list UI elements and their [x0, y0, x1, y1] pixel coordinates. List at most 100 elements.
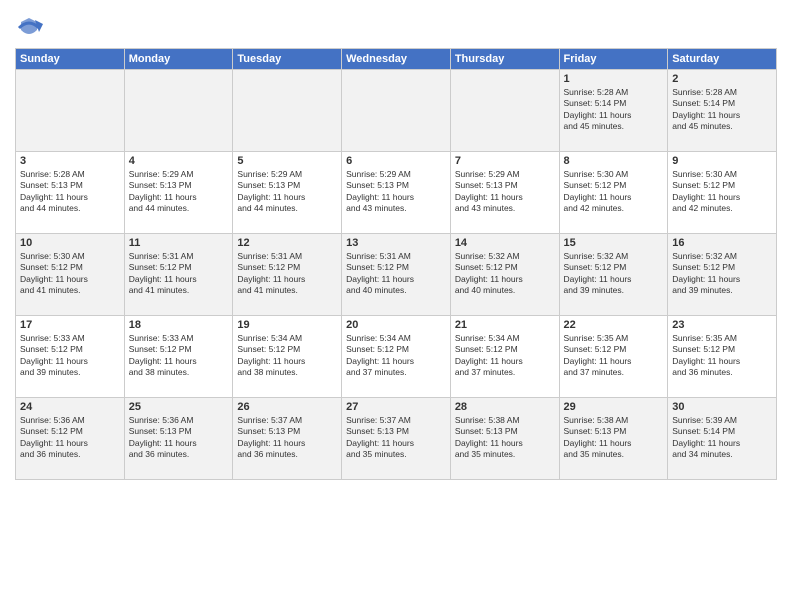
calendar-cell [233, 70, 342, 152]
weekday-header-row: SundayMondayTuesdayWednesdayThursdayFrid… [16, 49, 777, 70]
calendar-cell: 29 Sunrise: 5:38 AM Sunset: 5:13 PM Dayli… [559, 398, 668, 480]
calendar-cell: 10 Sunrise: 5:30 AM Sunset: 5:12 PM Dayli… [16, 234, 125, 316]
day-info: Sunrise: 5:29 AM Sunset: 5:13 PM Dayligh… [237, 169, 337, 215]
day-number: 29 [564, 401, 664, 413]
day-info: Sunrise: 5:37 AM Sunset: 5:13 PM Dayligh… [237, 415, 337, 461]
logo-icon [15, 14, 43, 42]
calendar-cell: 30Sunrise: 5:39 AM Sunset: 5:14 PM Dayli… [668, 398, 777, 480]
weekday-header: Saturday [668, 49, 777, 70]
calendar-cell: 15Sunrise: 5:32 AM Sunset: 5:12 PM Dayli… [559, 234, 668, 316]
day-info: Sunrise: 5:36 AM Sunset: 5:13 PM Dayligh… [129, 415, 229, 461]
weekday-header: Monday [124, 49, 233, 70]
calendar-cell: 21 Sunrise: 5:34 AM Sunset: 5:12 PM Dayli… [450, 316, 559, 398]
calendar-cell: 28 Sunrise: 5:38 AM Sunset: 5:13 PM Dayli… [450, 398, 559, 480]
calendar-week-row: 10 Sunrise: 5:30 AM Sunset: 5:12 PM Dayli… [16, 234, 777, 316]
day-number: 18 [129, 319, 229, 331]
day-info: Sunrise: 5:30 AM Sunset: 5:12 PM Dayligh… [564, 169, 664, 215]
calendar-cell: 27Sunrise: 5:37 AM Sunset: 5:13 PM Dayli… [342, 398, 451, 480]
day-info: Sunrise: 5:36 AM Sunset: 5:12 PM Dayligh… [20, 415, 120, 461]
calendar-week-row: 3 Sunrise: 5:28 AM Sunset: 5:13 PM Daylig… [16, 152, 777, 234]
weekday-header: Friday [559, 49, 668, 70]
day-number: 21 [455, 319, 555, 331]
calendar-table: SundayMondayTuesdayWednesdayThursdayFrid… [15, 48, 777, 480]
calendar-cell: 9 Sunrise: 5:30 AM Sunset: 5:12 PM Daylig… [668, 152, 777, 234]
day-number: 25 [129, 401, 229, 413]
day-info: Sunrise: 5:29 AM Sunset: 5:13 PM Dayligh… [346, 169, 446, 215]
calendar-cell: 19 Sunrise: 5:34 AM Sunset: 5:12 PM Dayli… [233, 316, 342, 398]
calendar-cell: 14 Sunrise: 5:32 AM Sunset: 5:12 PM Dayli… [450, 234, 559, 316]
day-info: Sunrise: 5:34 AM Sunset: 5:12 PM Dayligh… [455, 333, 555, 379]
calendar-week-row: 24Sunrise: 5:36 AM Sunset: 5:12 PM Dayli… [16, 398, 777, 480]
day-info: Sunrise: 5:30 AM Sunset: 5:12 PM Dayligh… [20, 251, 120, 297]
logo [15, 14, 47, 42]
day-number: 28 [455, 401, 555, 413]
calendar-cell: 16Sunrise: 5:32 AM Sunset: 5:12 PM Dayli… [668, 234, 777, 316]
calendar-cell: 18 Sunrise: 5:33 AM Sunset: 5:12 PM Dayli… [124, 316, 233, 398]
calendar-cell [124, 70, 233, 152]
calendar-cell: 13Sunrise: 5:31 AM Sunset: 5:12 PM Dayli… [342, 234, 451, 316]
day-number: 12 [237, 237, 337, 249]
calendar-cell [16, 70, 125, 152]
day-number: 7 [455, 155, 555, 167]
day-number: 15 [564, 237, 664, 249]
day-number: 26 [237, 401, 337, 413]
weekday-header: Thursday [450, 49, 559, 70]
calendar-cell: 4 Sunrise: 5:29 AM Sunset: 5:13 PM Daylig… [124, 152, 233, 234]
calendar-cell: 1Sunrise: 5:28 AM Sunset: 5:14 PM Daylig… [559, 70, 668, 152]
day-info: Sunrise: 5:34 AM Sunset: 5:12 PM Dayligh… [346, 333, 446, 379]
calendar-cell: 6Sunrise: 5:29 AM Sunset: 5:13 PM Daylig… [342, 152, 451, 234]
day-number: 2 [672, 73, 772, 85]
calendar-cell: 20 Sunrise: 5:34 AM Sunset: 5:12 PM Dayli… [342, 316, 451, 398]
day-number: 20 [346, 319, 446, 331]
calendar-week-row: 17Sunrise: 5:33 AM Sunset: 5:12 PM Dayli… [16, 316, 777, 398]
day-number: 8 [564, 155, 664, 167]
calendar-cell: 23Sunrise: 5:35 AM Sunset: 5:12 PM Dayli… [668, 316, 777, 398]
day-number: 4 [129, 155, 229, 167]
day-number: 9 [672, 155, 772, 167]
calendar-container: SundayMondayTuesdayWednesdayThursdayFrid… [0, 0, 792, 612]
day-number: 22 [564, 319, 664, 331]
header-area [15, 10, 777, 42]
calendar-cell [450, 70, 559, 152]
day-info: Sunrise: 5:33 AM Sunset: 5:12 PM Dayligh… [20, 333, 120, 379]
calendar-cell: 25 Sunrise: 5:36 AM Sunset: 5:13 PM Dayli… [124, 398, 233, 480]
calendar-cell: 8 Sunrise: 5:30 AM Sunset: 5:12 PM Daylig… [559, 152, 668, 234]
day-info: Sunrise: 5:28 AM Sunset: 5:13 PM Dayligh… [20, 169, 120, 215]
day-info: Sunrise: 5:38 AM Sunset: 5:13 PM Dayligh… [455, 415, 555, 461]
day-info: Sunrise: 5:29 AM Sunset: 5:13 PM Dayligh… [455, 169, 555, 215]
calendar-cell: 11 Sunrise: 5:31 AM Sunset: 5:12 PM Dayli… [124, 234, 233, 316]
day-info: Sunrise: 5:37 AM Sunset: 5:13 PM Dayligh… [346, 415, 446, 461]
weekday-header: Sunday [16, 49, 125, 70]
calendar-cell: 22 Sunrise: 5:35 AM Sunset: 5:12 PM Dayli… [559, 316, 668, 398]
day-info: Sunrise: 5:33 AM Sunset: 5:12 PM Dayligh… [129, 333, 229, 379]
day-number: 5 [237, 155, 337, 167]
day-info: Sunrise: 5:38 AM Sunset: 5:13 PM Dayligh… [564, 415, 664, 461]
day-number: 16 [672, 237, 772, 249]
calendar-cell: 26 Sunrise: 5:37 AM Sunset: 5:13 PM Dayli… [233, 398, 342, 480]
day-info: Sunrise: 5:28 AM Sunset: 5:14 PM Dayligh… [564, 87, 664, 133]
day-info: Sunrise: 5:35 AM Sunset: 5:12 PM Dayligh… [672, 333, 772, 379]
calendar-cell [342, 70, 451, 152]
calendar-cell: 7 Sunrise: 5:29 AM Sunset: 5:13 PM Daylig… [450, 152, 559, 234]
day-info: Sunrise: 5:31 AM Sunset: 5:12 PM Dayligh… [237, 251, 337, 297]
day-info: Sunrise: 5:31 AM Sunset: 5:12 PM Dayligh… [129, 251, 229, 297]
day-info: Sunrise: 5:31 AM Sunset: 5:12 PM Dayligh… [346, 251, 446, 297]
calendar-cell: 5 Sunrise: 5:29 AM Sunset: 5:13 PM Daylig… [233, 152, 342, 234]
calendar-cell: 17Sunrise: 5:33 AM Sunset: 5:12 PM Dayli… [16, 316, 125, 398]
day-number: 30 [672, 401, 772, 413]
day-info: Sunrise: 5:35 AM Sunset: 5:12 PM Dayligh… [564, 333, 664, 379]
day-number: 3 [20, 155, 120, 167]
calendar-cell: 12 Sunrise: 5:31 AM Sunset: 5:12 PM Dayli… [233, 234, 342, 316]
day-number: 14 [455, 237, 555, 249]
day-info: Sunrise: 5:29 AM Sunset: 5:13 PM Dayligh… [129, 169, 229, 215]
calendar-cell: 3 Sunrise: 5:28 AM Sunset: 5:13 PM Daylig… [16, 152, 125, 234]
day-number: 10 [20, 237, 120, 249]
day-info: Sunrise: 5:30 AM Sunset: 5:12 PM Dayligh… [672, 169, 772, 215]
day-info: Sunrise: 5:34 AM Sunset: 5:12 PM Dayligh… [237, 333, 337, 379]
day-number: 11 [129, 237, 229, 249]
weekday-header: Wednesday [342, 49, 451, 70]
calendar-cell: 24Sunrise: 5:36 AM Sunset: 5:12 PM Dayli… [16, 398, 125, 480]
calendar-week-row: 1Sunrise: 5:28 AM Sunset: 5:14 PM Daylig… [16, 70, 777, 152]
day-info: Sunrise: 5:32 AM Sunset: 5:12 PM Dayligh… [455, 251, 555, 297]
day-number: 19 [237, 319, 337, 331]
